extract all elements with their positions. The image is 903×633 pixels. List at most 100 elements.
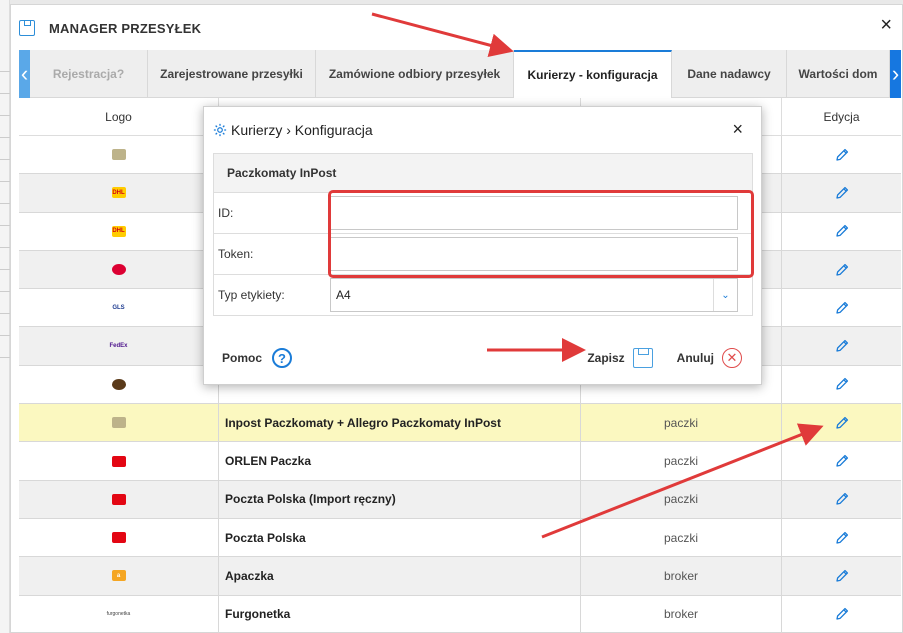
pencil-icon[interactable] [834,147,850,163]
package-icon [19,20,35,36]
courier-logo-apaczka: a [111,570,126,582]
cell-name: Poczta Polska (Import ręczny) [219,480,581,518]
column-header-edit: Edycja [823,109,860,124]
pencil-icon[interactable] [834,262,850,278]
courier-logo-fedex: FedEx [109,343,128,350]
modal-title: Kurierzy › Konfiguracja [231,122,373,138]
chevron-right-icon: › [891,61,900,86]
cell-type: paczki [581,442,782,480]
tab-1[interactable]: Zarejestrowane przesyłki [148,50,316,98]
tab-4[interactable]: Dane nadawcy [672,50,787,98]
tab-0[interactable]: Rejestracja? [30,50,148,98]
courier-logo-furgonetka: furgonetka [106,611,131,618]
cell-logo: DHL [19,212,219,250]
table-row: a Apaczka broker [19,557,901,596]
courier-logo-dhl: DHL [111,225,126,237]
cell-name: Poczta Polska [219,518,581,557]
pencil-icon[interactable] [834,185,850,201]
modal-close-button[interactable]: × [732,119,743,140]
cell-type: paczki [581,404,782,442]
cell-logo [19,442,219,480]
id-label: ID: [218,206,234,220]
help-button[interactable]: Pomoc ? [222,348,293,368]
table-row: Inpost Paczkomaty + Allegro Paczkomaty I… [19,404,901,443]
tab-scroll-left-button[interactable]: ‹ [19,50,30,98]
annotation-highlight-box [328,190,754,278]
window-close-button[interactable]: × [880,15,892,35]
cell-type: broker [581,557,782,595]
cell-logo [19,404,219,442]
label-type-select[interactable]: A4 ⌄ [330,278,738,312]
background-row [0,336,10,358]
cell-type: paczki [581,518,782,557]
save-button[interactable]: Zapisz [587,348,653,368]
courier-logo-poczta [111,493,126,505]
pencil-icon[interactable] [834,491,850,507]
save-label: Zapisz [587,351,625,365]
courier-logo-gls: GLS [112,304,125,311]
pencil-icon[interactable] [834,338,850,354]
tab-3[interactable]: Kurierzy - konfiguracja [514,50,672,98]
pencil-icon[interactable] [834,376,850,392]
cell-name: ORLEN Paczka [219,442,581,480]
cancel-label: Anuluj [676,351,714,365]
background-row [0,116,10,138]
courier-logo-inpost [111,417,126,429]
cell-logo: DHL [19,174,219,212]
background-row [0,292,10,314]
cell-logo [19,250,219,289]
cell-edit [782,519,901,556]
courier-logo-orlen [111,455,126,467]
cell-edit [782,596,901,633]
cell-edit [782,327,901,364]
cell-logo: a [19,557,219,595]
token-label: Token: [218,247,254,261]
label-type-label: Typ etykiety: [218,288,285,302]
modal-section-title: Paczkomaty InPost [213,153,753,193]
pencil-icon[interactable] [834,568,850,584]
table-row: Poczta Polska (Import ręczny) paczki [19,480,901,519]
background-row [0,314,10,336]
cell-logo [19,365,219,404]
background-row [0,226,10,248]
tab-5[interactable]: Wartości dom [787,50,890,98]
cancel-button[interactable]: Anuluj ✕ [677,348,742,368]
tab-2[interactable]: Zamówione odbiory przesyłek [316,50,514,98]
courier-logo-ups [111,378,126,390]
background-row [0,204,10,226]
cell-edit [782,442,901,479]
cell-logo [19,518,219,557]
tab-scroll-right-button[interactable]: › [890,50,901,98]
pencil-icon[interactable] [834,453,850,469]
cell-edit [782,213,901,250]
pencil-icon[interactable] [834,415,850,431]
pencil-icon[interactable] [834,223,850,239]
cell-type: broker [581,595,782,633]
pencil-icon[interactable] [834,606,850,622]
window-header: MANAGER PRZESYŁEK × [11,5,902,51]
cell-logo: FedEx [19,327,219,365]
floppy-disk-icon [632,348,653,368]
courier-logo-dpd [111,264,126,276]
cell-logo [19,480,219,518]
cell-edit [782,136,901,173]
pencil-icon[interactable] [834,530,850,546]
cell-edit [782,366,901,403]
cell-name: Inpost Paczkomaty + Allegro Paczkomaty I… [219,404,581,442]
gear-icon [213,123,227,137]
modal-header: Kurierzy › Konfiguracja × [204,107,761,153]
cell-logo [19,136,219,174]
background-row [0,160,10,182]
table-row: ORLEN Paczka paczki [19,442,901,481]
cell-logo: furgonetka [19,595,219,633]
background-row [0,138,10,160]
cell-edit [782,251,901,288]
pencil-icon[interactable] [834,300,850,316]
background-app-strip [0,0,10,633]
cell-name: Furgonetka [219,595,581,633]
column-header-logo: Logo [19,98,219,135]
cell-edit [782,481,901,518]
question-icon: ? [272,348,293,368]
table-row: furgonetka Furgonetka broker [19,595,901,633]
cell-name: Apaczka [219,557,581,595]
